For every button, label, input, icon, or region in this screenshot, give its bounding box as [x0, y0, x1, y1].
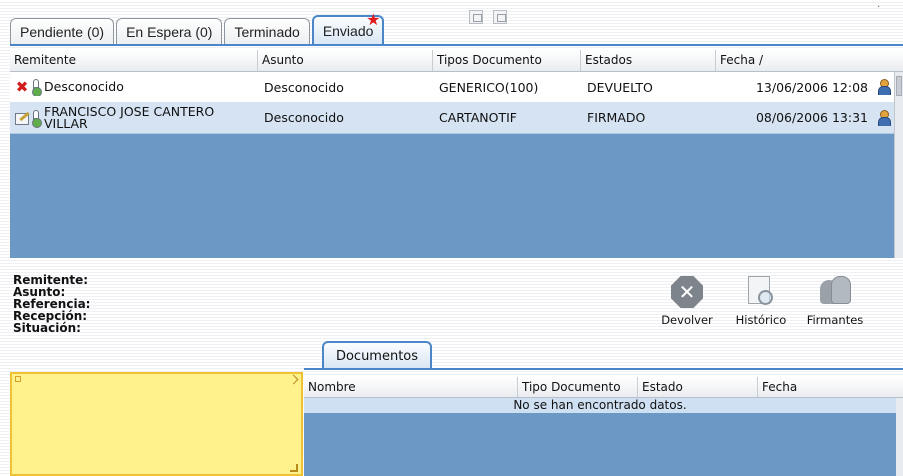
devolver-button[interactable]: Devolver	[648, 276, 726, 327]
col-remitente[interactable]: Remitente	[10, 50, 258, 71]
note-corner-icon	[15, 376, 21, 382]
status-tabs: Pendiente (0) En Espera (0) Terminado En…	[10, 12, 386, 45]
cell-fecha: 13/06/2006 12:08	[755, 79, 868, 95]
main-grid-body: ✖ Desconocido Desconocido GENERICO(100) …	[10, 72, 894, 258]
col-estado[interactable]: Estado	[638, 377, 758, 397]
print-icon[interactable]	[493, 10, 507, 24]
documents-scrollbar[interactable]	[896, 398, 903, 476]
cell-estado: DEVUELTO	[587, 79, 653, 95]
note-panel[interactable]	[10, 372, 303, 476]
tab-terminado[interactable]: Terminado	[224, 18, 310, 45]
red-x-icon: ✖	[15, 78, 29, 96]
main-grid-scrollbar[interactable]	[894, 72, 903, 258]
scrollbar-thumb[interactable]	[896, 76, 902, 96]
history-search-icon	[748, 276, 774, 308]
return-x-icon	[671, 276, 703, 308]
thermometer-icon	[32, 109, 42, 128]
detail-situacion-label: Situación:	[13, 321, 81, 335]
table-row[interactable]: FRANCISCO JOSE CANTERO VILLAR Desconocid…	[10, 102, 894, 134]
tab-en-espera[interactable]: En Espera (0)	[116, 18, 223, 45]
cell-asunto: Desconocido	[264, 110, 344, 125]
edit-document-icon	[14, 111, 30, 125]
tab-documentos[interactable]: Documentos	[322, 341, 432, 369]
table-row[interactable]: ✖ Desconocido Desconocido GENERICO(100) …	[10, 72, 894, 102]
toolbar-icons	[469, 10, 507, 24]
col-fecha-doc[interactable]: Fecha	[758, 377, 903, 397]
tab-underline	[10, 44, 903, 46]
col-asunto[interactable]: Asunto	[258, 50, 433, 71]
col-nombre[interactable]: Nombre	[304, 377, 518, 397]
tab-pendiente[interactable]: Pendiente (0)	[10, 18, 115, 45]
documents-tab-underline	[304, 368, 903, 370]
cell-estado: FIRMADO	[587, 110, 646, 125]
star-icon: ★	[366, 12, 381, 29]
firmantes-label: Firmantes	[806, 313, 864, 327]
thermometer-icon	[32, 79, 42, 96]
col-estados[interactable]: Estados	[581, 50, 716, 71]
user-icon[interactable]	[878, 109, 891, 126]
tab-enviado[interactable]: Enviado ★	[311, 12, 385, 45]
cell-tipo: CARTANOTIF	[439, 110, 517, 125]
remitente-text: FRANCISCO JOSE CANTERO VILLAR	[44, 106, 214, 130]
historico-label: Histórico	[735, 313, 787, 327]
export-icon[interactable]	[469, 10, 483, 24]
firmantes-button[interactable]: Firmantes	[796, 276, 874, 327]
main-grid-header: Remitente Asunto Tipos Documento Estados…	[10, 50, 903, 72]
col-fecha[interactable]: Fecha /	[716, 50, 903, 71]
cell-fecha: 08/06/2006 13:31	[755, 110, 868, 125]
col-tipo-documento[interactable]: Tipo Documento	[518, 377, 638, 397]
remitente-text: Desconocido	[44, 79, 124, 94]
note-expand-icon[interactable]	[288, 374, 299, 385]
cell-asunto: Desconocido	[264, 79, 344, 95]
signers-icon	[818, 276, 852, 308]
cell-remitente: ✖ Desconocido	[10, 78, 258, 96]
cell-user	[868, 109, 894, 126]
window-control: ·	[877, 2, 881, 13]
devolver-label: Devolver	[661, 313, 713, 327]
historico-button[interactable]: Histórico	[726, 276, 796, 327]
col-tipos-documento[interactable]: Tipos Documento	[433, 50, 581, 71]
resize-handle-icon[interactable]	[290, 464, 298, 472]
detail-panel: Remitente: Asunto: Referencia: Recepción…	[13, 274, 90, 334]
action-buttons: Devolver Histórico Firmantes	[648, 276, 874, 327]
cell-remitente: FRANCISCO JOSE CANTERO VILLAR	[10, 106, 258, 130]
cell-user	[868, 79, 894, 95]
documents-grid-body: No se han encontrado datos.	[304, 398, 896, 476]
empty-message: No se han encontrado datos.	[304, 398, 896, 413]
remitente-line-2: VILLAR	[44, 115, 88, 130]
cell-tipo: GENERICO(100)	[439, 79, 539, 95]
user-icon[interactable]	[878, 79, 891, 95]
documents-grid-header: Nombre Tipo Documento Estado Fecha	[304, 377, 903, 398]
